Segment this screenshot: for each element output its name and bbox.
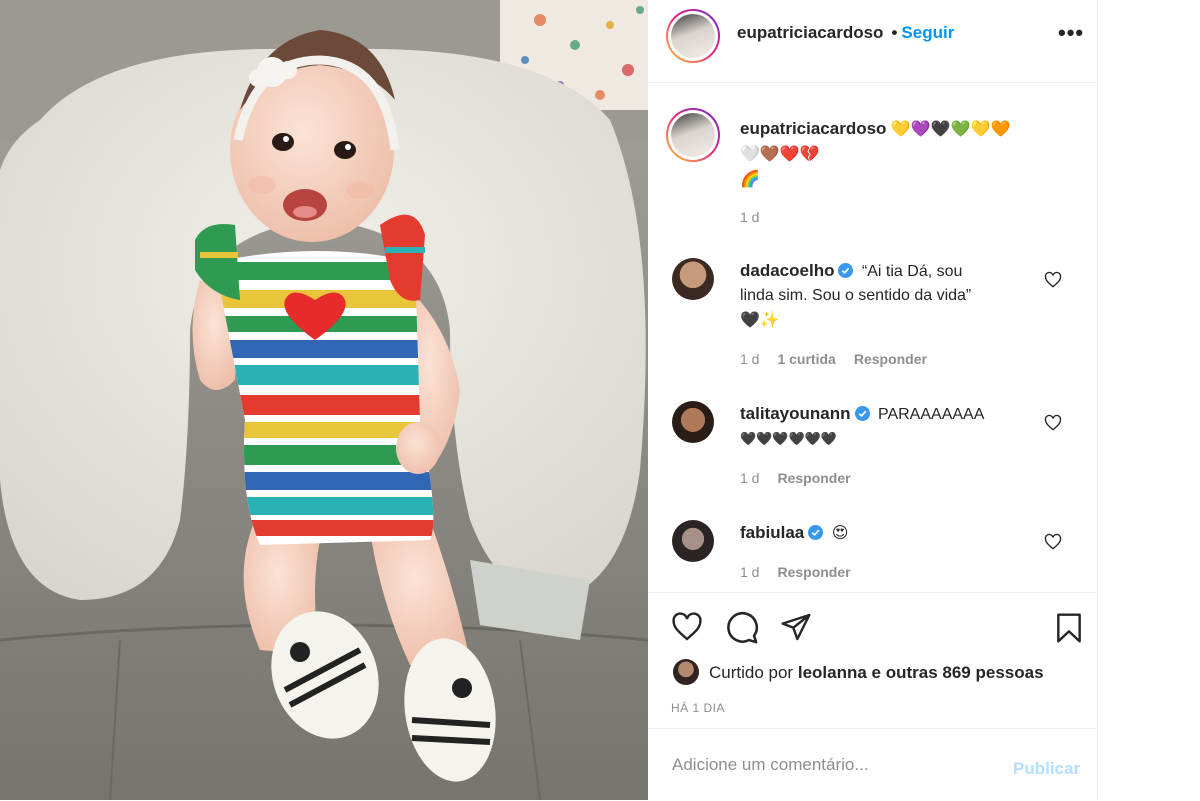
reply-button[interactable]: Responder xyxy=(777,564,850,580)
author-username[interactable]: eupatriciacardoso xyxy=(737,23,883,42)
comment-text-line1: PARAAAAAAA xyxy=(877,406,985,423)
verified-badge-icon xyxy=(838,263,854,278)
comment-text-line3: 🖤✨ xyxy=(740,310,780,329)
commenter-avatar[interactable] xyxy=(672,401,714,443)
comment-time[interactable]: 1 d xyxy=(740,470,759,486)
caption-text-line2: 🤍🤎❤️💔 xyxy=(740,144,820,163)
comment-likes-count[interactable]: 1 curtida xyxy=(777,351,835,367)
post-side-panel: eupatriciacardoso • Seguir ••• eupatriciac… xyxy=(648,0,1098,800)
caption-username[interactable]: eupatriciacardoso xyxy=(740,119,886,138)
separator-dot: • xyxy=(891,23,898,42)
caption-text-line1: 💛💜🖤💚💛🧡 xyxy=(890,119,1011,138)
commenter-avatar[interactable] xyxy=(672,258,714,300)
comment-input[interactable] xyxy=(670,751,994,779)
more-options-icon[interactable]: ••• xyxy=(1058,20,1084,46)
baby-photo-image xyxy=(0,0,648,800)
likes-prefix: Curtido por xyxy=(709,663,794,682)
author-avatar[interactable] xyxy=(666,9,720,63)
post-date[interactable]: HÁ 1 DIA xyxy=(671,701,725,715)
comment-like-heart-icon[interactable] xyxy=(1044,533,1062,551)
caption-text-line3: 🌈 xyxy=(740,169,760,188)
likes-user[interactable]: leolanna xyxy=(798,663,867,682)
publish-button[interactable]: Publicar xyxy=(1013,759,1080,779)
commenter-avatar[interactable] xyxy=(672,520,714,562)
comment-text-line2: 🖤🖤🖤🖤🖤🖤 xyxy=(740,432,838,447)
follow-button[interactable]: Seguir xyxy=(901,23,954,42)
reply-button[interactable]: Responder xyxy=(777,470,850,486)
comment-username[interactable]: talitayounann xyxy=(740,404,851,423)
liker-avatar[interactable] xyxy=(673,659,699,685)
post-header: eupatriciacardoso • Seguir ••• xyxy=(648,0,1098,83)
comment-time[interactable]: 1 d xyxy=(740,351,759,367)
share-icon[interactable] xyxy=(779,611,813,643)
reply-button[interactable]: Responder xyxy=(854,351,927,367)
likes-summary[interactable]: Curtido por leolanna e outras 869 pessoa… xyxy=(709,663,1044,683)
action-bar: Curtido por leolanna e outras 869 pessoa… xyxy=(648,592,1098,729)
comment-like-heart-icon[interactable] xyxy=(1044,414,1062,432)
verified-badge-icon xyxy=(854,406,870,421)
comment-username[interactable]: dadacoelho xyxy=(740,261,834,280)
comment-text-line1: 😍 xyxy=(831,523,849,542)
comment-time[interactable]: 1 d xyxy=(740,564,759,580)
likes-suffix[interactable]: e outras 869 pessoas xyxy=(872,663,1044,682)
comment-text-line2: linda sim. Sou o sentido da vida” xyxy=(740,287,972,304)
verified-badge-icon xyxy=(808,525,824,540)
comment-like-heart-icon[interactable] xyxy=(1044,271,1062,289)
post-photo[interactable] xyxy=(0,0,648,800)
page-background xyxy=(1098,0,1200,800)
heart-icon[interactable] xyxy=(670,611,704,643)
comment-username[interactable]: fabiulaa xyxy=(740,523,804,542)
add-comment-bar: Publicar xyxy=(648,728,1098,801)
caption-avatar[interactable] xyxy=(666,108,720,162)
comment-icon[interactable] xyxy=(725,611,759,645)
bookmark-icon[interactable] xyxy=(1053,610,1085,646)
comment-text-line1: “Ai tia Dá, sou xyxy=(861,263,963,280)
caption-time[interactable]: 1 d xyxy=(740,209,759,225)
